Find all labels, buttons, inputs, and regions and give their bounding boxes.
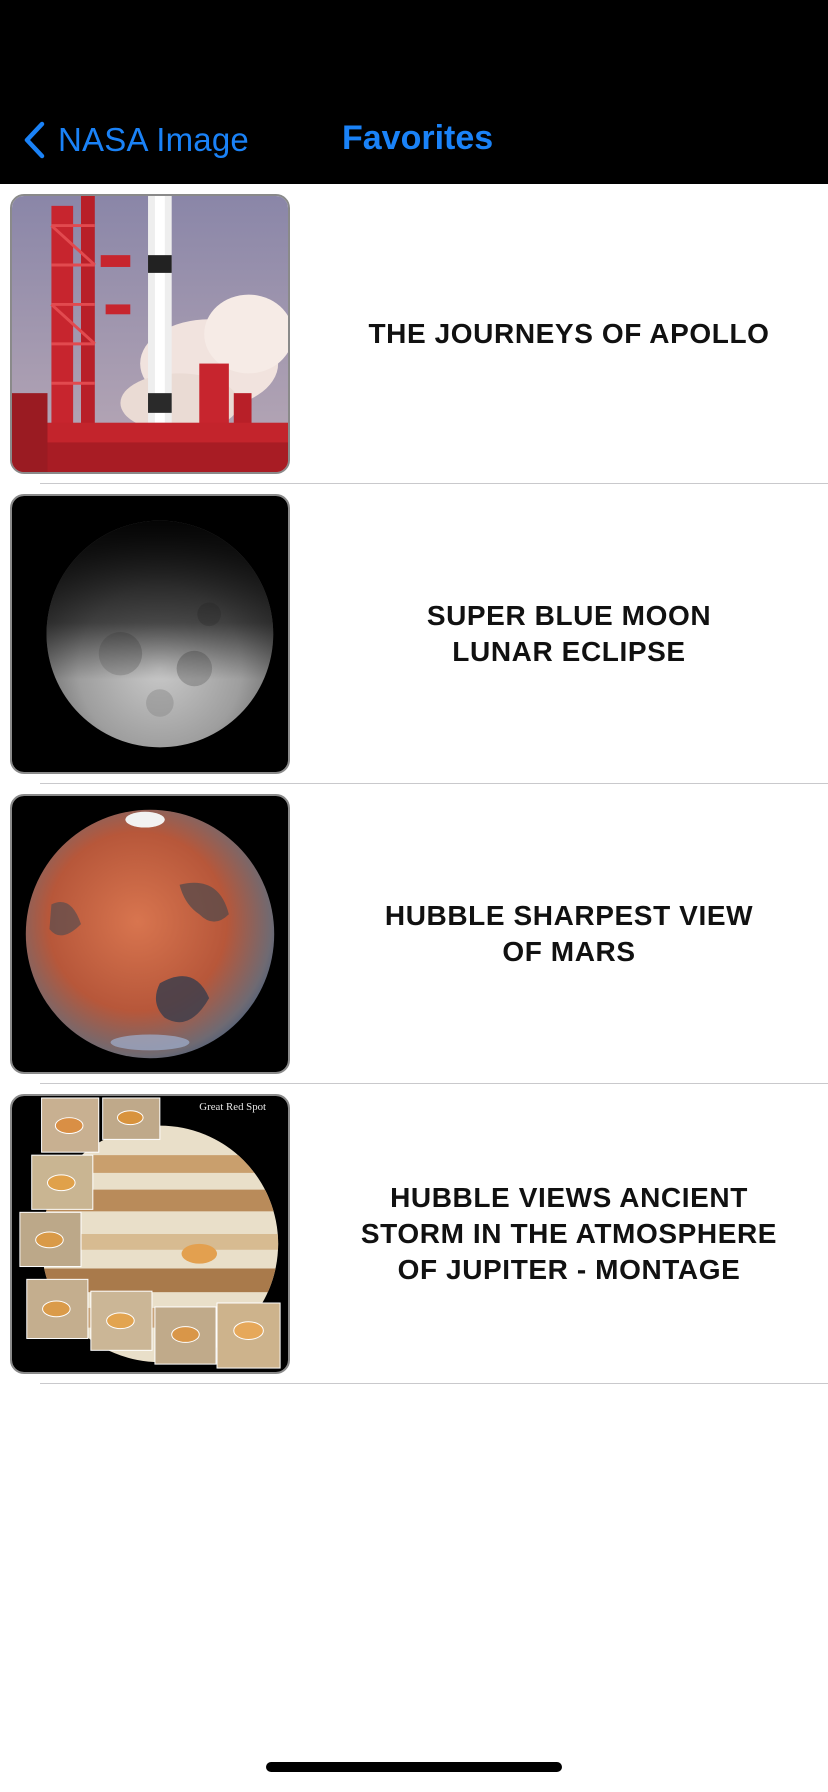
page-title: Favorites (342, 119, 494, 157)
favorites-screen: NASA Image Favorites THE JOURNEYS OF APO… (0, 0, 828, 1792)
apollo-launch-image (10, 194, 290, 474)
back-button[interactable]: NASA Image (22, 114, 249, 166)
favorites-list: THE JOURNEYS OF APOLLO SUPER BLUE MOON L… (0, 184, 828, 1384)
jupiter-montage-image: Great Red Spot (10, 1094, 290, 1374)
mars-image (10, 794, 290, 1074)
list-item[interactable]: HUBBLE SHARPEST VIEW OF MARS (0, 784, 828, 1084)
moon-eclipse-image (10, 494, 290, 774)
list-item-title: SUPER BLUE MOON LUNAR ECLIPSE (426, 600, 712, 667)
row-divider (40, 1383, 828, 1384)
list-item[interactable]: THE JOURNEYS OF APOLLO (0, 184, 828, 484)
list-item-title: HUBBLE VIEWS ANCIENT STORM IN THE ATMOSP… (360, 1182, 778, 1285)
list-item[interactable]: SUPER BLUE MOON LUNAR ECLIPSE (0, 484, 828, 784)
thumbnail-caption: Great Red Spot (199, 1101, 266, 1113)
list-item-title: THE JOURNEYS OF APOLLO (368, 318, 770, 349)
chevron-left-icon (22, 120, 46, 160)
list-item[interactable]: Great Red Spot HUBBLE VIEWS ANCIENT STOR… (0, 1084, 828, 1384)
list-item-title: HUBBLE SHARPEST VIEW OF MARS (384, 900, 754, 967)
home-indicator[interactable] (266, 1762, 562, 1772)
back-button-label: NASA Image (58, 121, 249, 158)
navigation-bar: NASA Image Favorites (0, 0, 828, 184)
